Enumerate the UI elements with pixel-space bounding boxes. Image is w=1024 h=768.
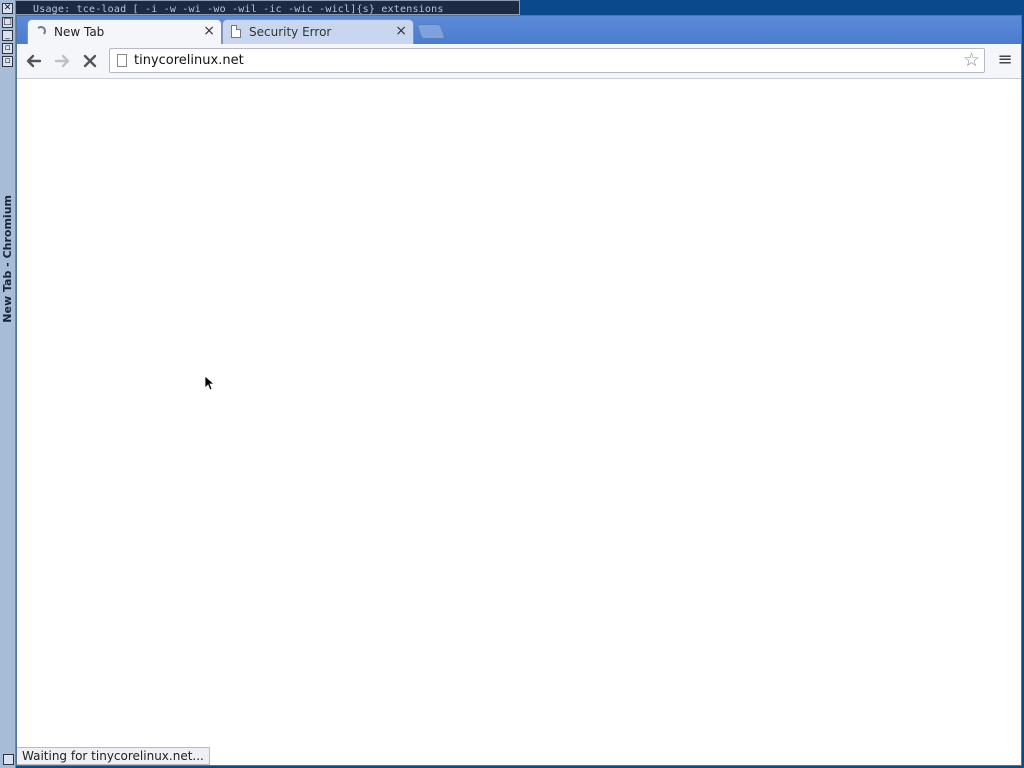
back-icon[interactable] [24,51,44,71]
loading-spinner-icon [36,26,46,36]
wm-minimize-icon[interactable]: _ [2,30,13,41]
window-title: New Tab - Chromium [1,195,14,323]
menu-icon[interactable]: ≡ [997,50,1013,70]
window-titlebar[interactable]: ✕ □ _ ▫ ▫ New Tab - Chromium [0,0,16,768]
page-icon [117,54,127,67]
address-bar[interactable]: tinycorelinux.net ☆ [109,48,985,73]
status-bubble: Waiting for tinycorelinux.net... [17,747,210,765]
forward-icon[interactable] [52,51,72,71]
new-tab-button[interactable] [416,24,446,39]
wm-close-icon[interactable]: ✕ [2,3,13,14]
wm-restore-icon[interactable]: ▫ [2,43,13,54]
tab-close-icon[interactable]: × [203,23,215,39]
page-content[interactable] [17,79,1021,765]
wm-resize-icon[interactable] [3,754,14,765]
tab-new-tab[interactable]: New Tab × [27,19,222,44]
terminal-text: Usage: tce-load [ -i -w -wi -wo -wil -ic… [33,4,444,15]
browser-window: New Tab × Security Error × tinycorelinux… [16,15,1022,766]
tab-close-icon[interactable]: × [395,23,407,39]
stop-icon[interactable] [80,51,100,71]
toolbar: tinycorelinux.net ☆ ≡ [17,44,1021,79]
terminal-window-strip: Usage: tce-load [ -i -w -wi -wo -wil -ic… [12,0,520,15]
tab-security-error[interactable]: Security Error × [222,19,414,44]
page-icon [231,25,241,38]
tab-label: Security Error [249,25,332,39]
tab-label: New Tab [54,25,105,39]
url-text[interactable]: tinycorelinux.net [134,53,244,68]
wm-shade-icon[interactable]: ▫ [2,56,13,67]
bookmark-star-icon[interactable]: ☆ [963,50,980,71]
mouse-cursor-icon [204,375,220,391]
wm-maximize-icon[interactable]: □ [2,17,13,28]
tab-strip: New Tab × Security Error × [17,16,1021,44]
